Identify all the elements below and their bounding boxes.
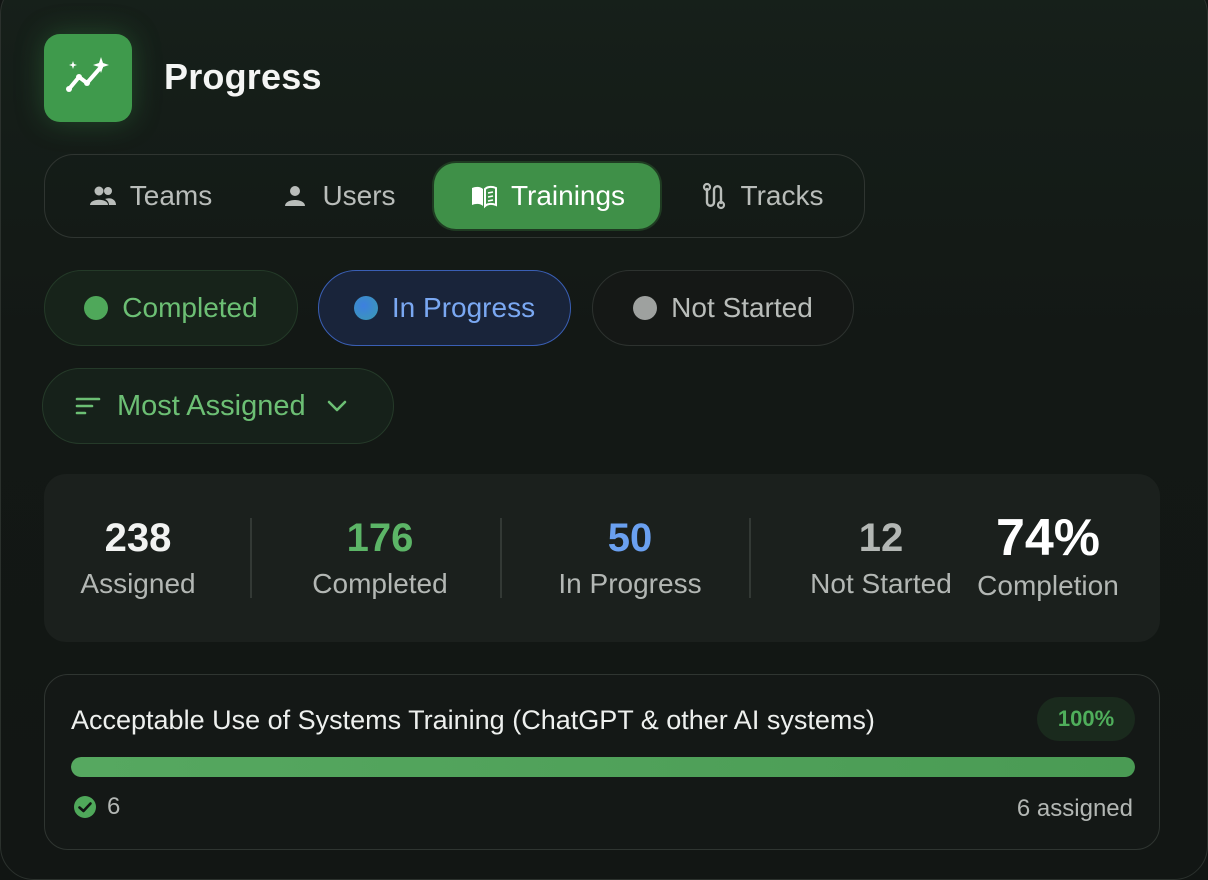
sort-dropdown[interactable]: Most Assigned [42, 368, 394, 444]
stat-label: In Progress [558, 568, 702, 599]
training-card[interactable]: Acceptable Use of Systems Training (Chat… [44, 674, 1160, 850]
chip-label: In Progress [391, 292, 536, 323]
divider [250, 518, 252, 598]
stat-value: 12 [858, 516, 904, 560]
divider [500, 518, 502, 598]
person-icon [285, 186, 306, 206]
stat-not-started: 12 Not Started [796, 512, 966, 604]
stat-label: Completion [977, 570, 1119, 601]
filter-in-progress[interactable]: In Progress [318, 270, 571, 346]
filter-not-started[interactable]: Not Started [592, 270, 854, 346]
route-icon [702, 182, 725, 210]
stat-label: Not Started [810, 568, 952, 599]
completed-count: 6 [73, 793, 120, 821]
book-icon [471, 185, 497, 209]
completed-count-value: 6 [107, 793, 121, 820]
stat-completion: 74% Completion [964, 510, 1132, 606]
chip-label: Completed [122, 292, 258, 323]
chip-label: Not Started [671, 292, 813, 323]
tab-trainings[interactable]: Trainings [434, 163, 660, 229]
sort-label: Most Assigned [117, 389, 306, 422]
status-dot [353, 296, 378, 320]
stat-in-progress: 50 In Progress [540, 512, 720, 604]
sort-icon [75, 397, 101, 415]
stat-completed: 176 Completed [290, 512, 470, 604]
check-circle-icon [74, 796, 96, 818]
tab-bar: Teams Users Trainings Tracks [44, 154, 865, 238]
people-icon [89, 186, 116, 205]
tab-label: Teams [129, 180, 213, 211]
status-dot [84, 296, 109, 320]
stats-summary: 238 Assigned 176 Completed 50 In Progres… [44, 474, 1160, 642]
progress-bar-fill [71, 757, 1135, 777]
stat-value: 74% [995, 509, 1101, 567]
stat-value: 238 [104, 516, 172, 560]
tab-label: Users [322, 180, 396, 211]
tab-label: Tracks [740, 180, 824, 211]
stat-value: 50 [607, 516, 653, 560]
percent-badge: 100% [1037, 697, 1135, 741]
filter-completed[interactable]: Completed [44, 270, 298, 346]
tab-users[interactable]: Users [273, 163, 403, 229]
progress-bar [71, 757, 1135, 777]
tab-label: Trainings [510, 180, 626, 211]
training-title: Acceptable Use of Systems Training (Chat… [71, 705, 875, 735]
stat-label: Assigned [80, 568, 196, 599]
sparkle-chart-icon [44, 34, 132, 122]
stat-value: 176 [346, 516, 414, 560]
status-dot [633, 296, 658, 320]
divider [749, 518, 751, 598]
tab-tracks[interactable]: Tracks [691, 163, 831, 229]
stat-label: Completed [312, 568, 448, 599]
page-title: Progress [164, 56, 322, 97]
stat-assigned: 238 Assigned [68, 512, 208, 604]
chevron-down-icon [327, 400, 346, 412]
assigned-count: 6 assigned [1016, 795, 1133, 822]
tab-teams[interactable]: Teams [75, 163, 225, 229]
